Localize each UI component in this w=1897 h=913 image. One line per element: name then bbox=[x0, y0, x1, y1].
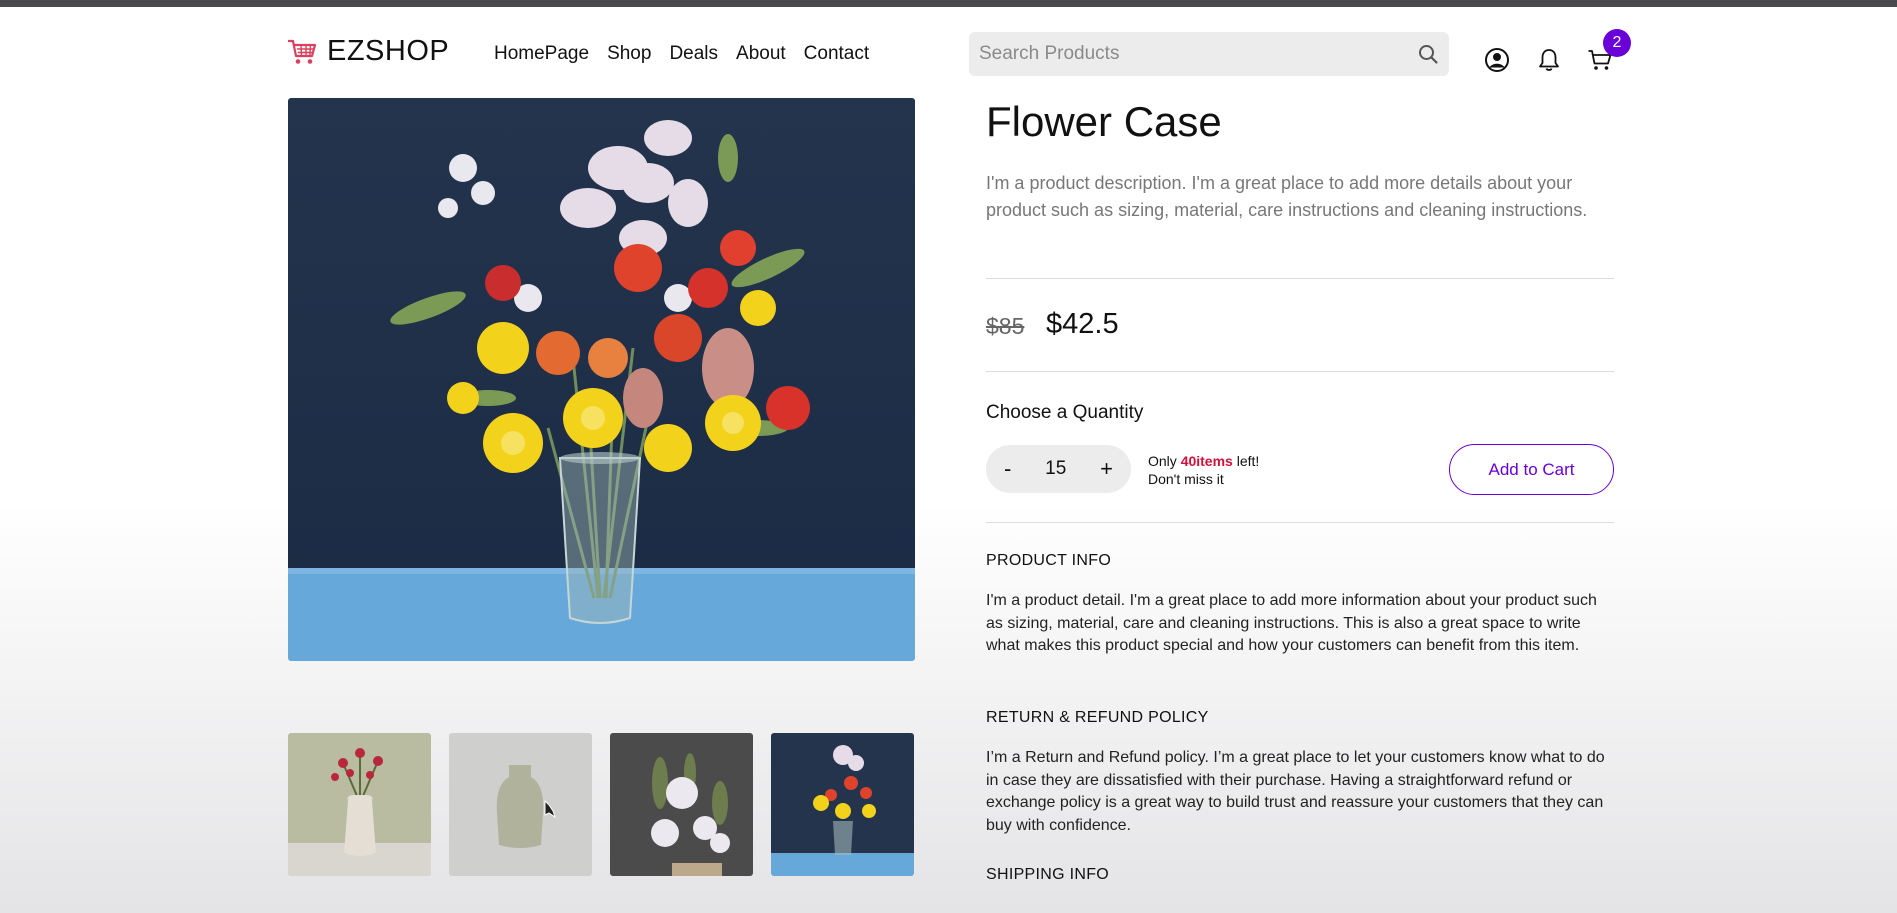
stock-suffix: left! bbox=[1232, 453, 1260, 469]
thumbnail-image bbox=[610, 733, 753, 876]
logo[interactable]: EZSHOP bbox=[287, 35, 449, 68]
thumbnail-white-flowers[interactable] bbox=[610, 733, 753, 876]
browser-top-strip bbox=[0, 0, 1897, 7]
product-info-heading: PRODUCT INFO bbox=[986, 552, 1112, 569]
thumbnail-gray-vase[interactable] bbox=[449, 733, 592, 876]
site-header: EZSHOP HomePage Shop Deals About Contact… bbox=[0, 7, 1897, 87]
nav-contact[interactable]: Contact bbox=[804, 43, 869, 65]
search-input[interactable] bbox=[979, 43, 1417, 65]
cart-logo-icon bbox=[288, 39, 317, 64]
thumbnail-image bbox=[449, 733, 592, 876]
return-policy-body: I’m a Return and Refund policy. I’m a gr… bbox=[986, 749, 1605, 834]
account-icon[interactable] bbox=[1484, 47, 1510, 73]
quantity-label: Choose a Quantity bbox=[986, 402, 1144, 423]
stock-note: Don't miss it bbox=[1148, 471, 1224, 487]
search-bar bbox=[969, 32, 1449, 76]
increment-button[interactable]: + bbox=[1100, 456, 1113, 482]
search-icon[interactable] bbox=[1417, 43, 1439, 65]
thumbnail-red-flowers-vase[interactable] bbox=[288, 733, 431, 876]
thumbnail-image bbox=[288, 733, 431, 876]
return-policy-heading: RETURN & REFUND POLICY bbox=[986, 709, 1209, 726]
product-description: I'm a product description. I'm a great p… bbox=[986, 173, 1588, 220]
stock-prefix: Only bbox=[1148, 453, 1181, 469]
add-to-cart-button[interactable]: Add to Cart bbox=[1449, 444, 1614, 495]
sale-price: $42.5 bbox=[1046, 308, 1119, 340]
quantity-stepper: - 15 + bbox=[986, 445, 1131, 493]
divider bbox=[986, 522, 1614, 523]
nav-shop[interactable]: Shop bbox=[607, 43, 651, 65]
stock-notice: Only 40items left! Don't miss it bbox=[1148, 452, 1259, 488]
product-info-body: I'm a product detail. I'm a great place … bbox=[986, 592, 1597, 654]
decrement-button[interactable]: - bbox=[1004, 456, 1011, 482]
quantity-value[interactable]: 15 bbox=[1045, 458, 1066, 480]
product-main-image[interactable] bbox=[288, 98, 915, 661]
main-nav: HomePage Shop Deals About Contact bbox=[494, 43, 869, 65]
flower-bouquet-image bbox=[288, 98, 915, 661]
nav-homepage[interactable]: HomePage bbox=[494, 43, 589, 65]
logo-text: EZSHOP bbox=[327, 35, 450, 67]
nav-about[interactable]: About bbox=[736, 43, 786, 65]
thumbnail-bouquet[interactable] bbox=[771, 733, 914, 876]
original-price: $85 bbox=[986, 313, 1025, 339]
thumbnail-image bbox=[771, 733, 914, 876]
cart-count-badge: 2 bbox=[1603, 29, 1631, 57]
nav-deals[interactable]: Deals bbox=[669, 43, 718, 65]
product-title: Flower Case bbox=[986, 98, 1222, 145]
shipping-info-heading: SHIPPING INFO bbox=[986, 866, 1110, 883]
bell-icon[interactable] bbox=[1536, 47, 1562, 73]
divider bbox=[986, 278, 1614, 279]
stock-count: 40items bbox=[1180, 453, 1233, 469]
divider bbox=[986, 371, 1614, 372]
